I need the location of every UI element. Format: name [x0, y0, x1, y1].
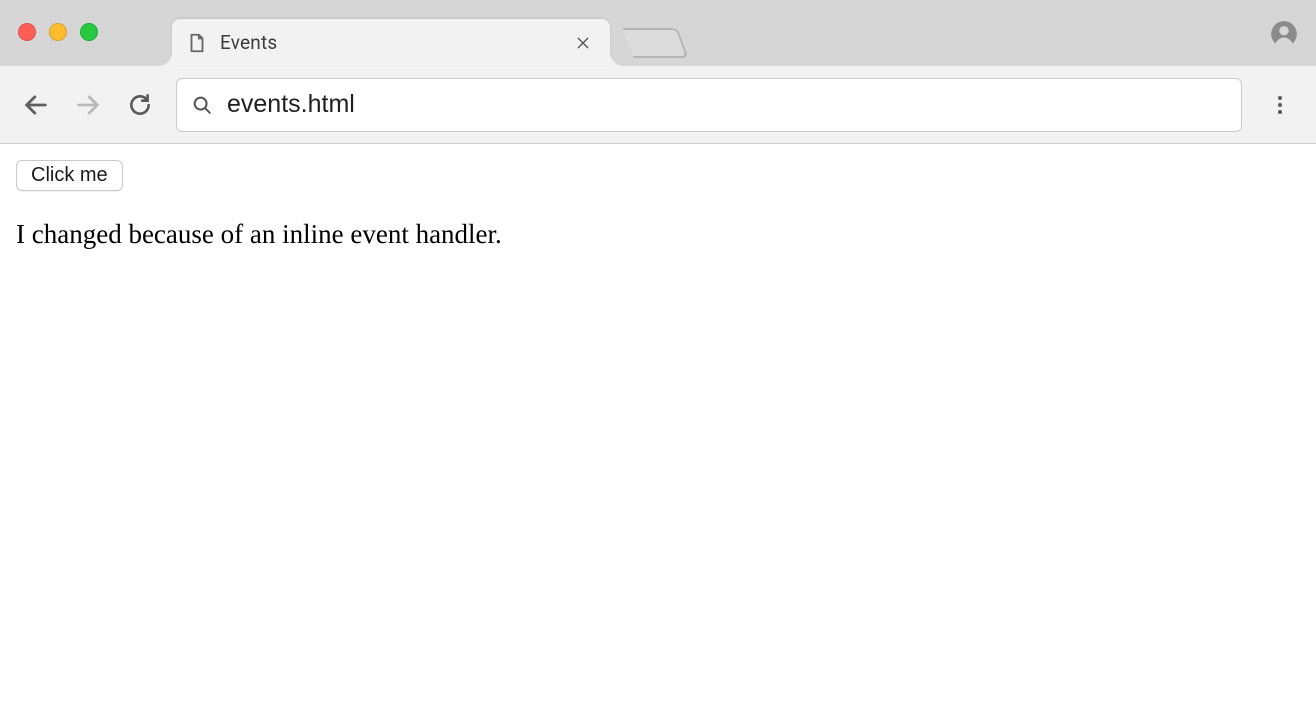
click-me-button[interactable]: Click me [16, 160, 123, 191]
window-controls [18, 23, 98, 41]
tab-title: Events [220, 31, 558, 54]
nav-reload-button[interactable] [118, 83, 162, 127]
browser-menu-button[interactable] [1258, 83, 1302, 127]
search-icon [191, 94, 213, 116]
window-minimize-button[interactable] [49, 23, 67, 41]
address-input[interactable] [227, 90, 1227, 119]
tabs-area: Events [172, 0, 683, 66]
browser-tab-strip: Events [0, 0, 1316, 66]
browser-toolbar [0, 66, 1316, 144]
window-close-button[interactable] [18, 23, 36, 41]
new-tab-button[interactable] [623, 28, 689, 58]
tab-close-button[interactable] [570, 30, 596, 56]
window-maximize-button[interactable] [80, 23, 98, 41]
nav-forward-button[interactable] [66, 83, 110, 127]
browser-tab-active[interactable]: Events [172, 19, 610, 66]
page-file-icon [186, 32, 208, 54]
page-viewport: Click me I changed because of an inline … [0, 144, 1316, 266]
result-paragraph: I changed because of an inline event han… [16, 219, 1300, 250]
nav-back-button[interactable] [14, 83, 58, 127]
address-bar[interactable] [176, 78, 1242, 132]
profile-avatar-icon[interactable] [1270, 20, 1298, 48]
